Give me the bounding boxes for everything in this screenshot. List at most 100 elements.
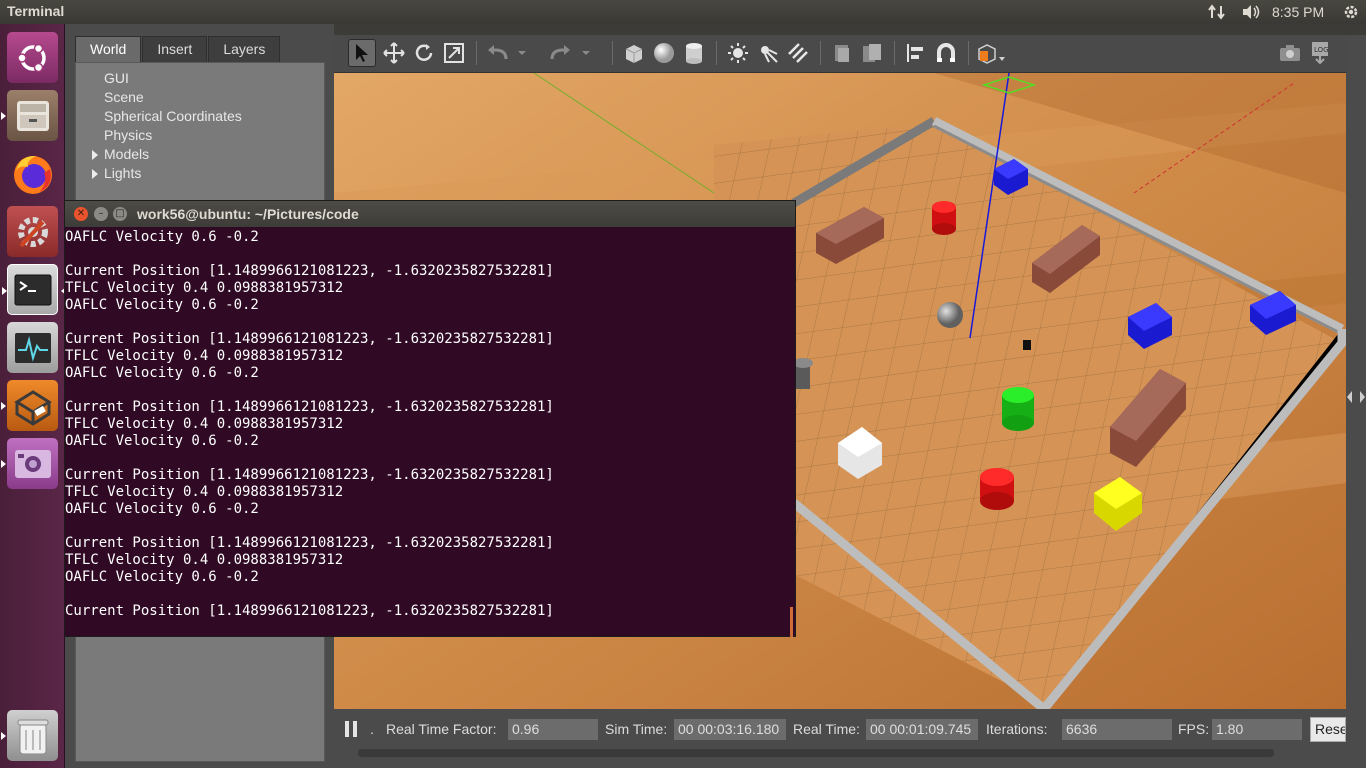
cylinder-shape-icon[interactable]	[680, 39, 708, 67]
firefox-icon[interactable]	[7, 148, 58, 199]
reset-button[interactable]: Reset	[1310, 717, 1346, 742]
real-time-factor-label: Real Time Factor:	[386, 721, 497, 737]
gazebo-toolbar: LOG	[334, 35, 1346, 73]
copy-icon[interactable]	[828, 39, 856, 67]
tree-item-gui[interactable]: GUI	[104, 70, 129, 86]
tree-item-models[interactable]: Models	[92, 146, 149, 162]
toolbar-separator	[894, 41, 895, 65]
terminal-line: TFLC Velocity 0.4 0.0988381957312	[65, 348, 344, 364]
maximize-icon[interactable]: □	[113, 207, 127, 221]
terminal-line: OAFLC Velocity 0.6 -0.2	[65, 501, 259, 517]
screenshot-camera-icon[interactable]	[1276, 39, 1304, 67]
terminal-icon[interactable]	[2, 264, 66, 315]
magnet-snap-icon[interactable]	[932, 39, 960, 67]
real-time-value: 00 00:01:09.745	[866, 719, 978, 740]
ubuntu-logo-icon[interactable]	[7, 32, 58, 83]
tab-world[interactable]: World	[75, 36, 142, 62]
log-record-icon[interactable]: LOG	[1306, 39, 1334, 67]
sim-time-label: Sim Time:	[605, 721, 668, 737]
terminal-line: TFLC Velocity 0.4 0.0988381957312	[65, 416, 344, 432]
fps-value: 1.80	[1212, 719, 1302, 740]
rotate-icon[interactable]	[410, 39, 438, 67]
network-icon[interactable]	[1206, 2, 1228, 22]
file-cabinet-icon[interactable]	[1, 90, 58, 141]
sim-time-value: 00 00:03:16.180	[674, 719, 786, 740]
terminal-line: OAFLC Velocity 0.6 -0.2	[65, 569, 259, 585]
tab-insert[interactable]: Insert	[142, 36, 208, 62]
settings-wrench-icon[interactable]	[7, 206, 58, 257]
clock[interactable]: 8:35 PM	[1272, 2, 1324, 22]
terminal-line: Current Position [1.1489966121081223, -1…	[65, 467, 554, 483]
toolbar-separator	[716, 41, 717, 65]
box-shape-icon[interactable]	[620, 39, 648, 67]
settings-gear-icon[interactable]	[1340, 2, 1362, 22]
tree-item-spherical-coordinates[interactable]: Spherical Coordinates	[104, 108, 242, 124]
tab-layers[interactable]: Layers	[208, 36, 281, 62]
point-light-icon[interactable]	[724, 39, 752, 67]
tree-item-lights[interactable]: Lights	[92, 165, 142, 181]
terminal-line: Current Position [1.1489966121081223, -1…	[65, 603, 554, 619]
volume-icon[interactable]	[1240, 2, 1262, 22]
undo-dropdown-icon[interactable]	[514, 39, 530, 67]
terminal-line: OAFLC Velocity 0.6 -0.2	[65, 433, 259, 449]
panel-tabs: World Insert Layers	[75, 36, 281, 62]
translate-move-icon[interactable]	[380, 39, 408, 67]
scale-icon[interactable]	[440, 39, 468, 67]
terminal-titlebar[interactable]: ✕ – □ work56@ubuntu: ~/Pictures/code	[65, 201, 795, 227]
close-icon[interactable]: ✕	[74, 207, 88, 221]
terminal-line: OAFLC Velocity 0.6 -0.2	[65, 297, 259, 313]
align-icon[interactable]	[902, 39, 930, 67]
terminal-line: Current Position [1.1489966121081223, -1…	[65, 263, 554, 279]
tree-item-scene[interactable]: Scene	[104, 89, 144, 105]
sphere-shape-icon[interactable]	[650, 39, 678, 67]
real-time-label: Real Time:	[793, 721, 860, 737]
tree-item-lights-label: Lights	[104, 165, 142, 181]
undo-icon[interactable]	[484, 39, 512, 67]
svg-text:LOG: LOG	[1314, 46, 1329, 54]
iterations-value: 6636	[1062, 719, 1172, 740]
gazebo-icon[interactable]	[1, 380, 58, 431]
toolbar-separator	[476, 41, 477, 65]
camera-app-icon[interactable]	[1, 438, 58, 489]
redo-icon[interactable]	[546, 39, 574, 67]
redo-dropdown-icon[interactable]	[578, 39, 594, 67]
trash-icon[interactable]	[1, 710, 58, 761]
terminal-line: OAFLC Velocity 0.6 -0.2	[65, 365, 259, 381]
terminal-line: Current Position [1.1489966121081223, -1…	[65, 535, 554, 551]
right-splitter[interactable]	[1346, 35, 1366, 768]
select-arrow-icon[interactable]	[348, 39, 376, 67]
terminal-line: TFLC Velocity 0.4 0.0988381957312	[65, 552, 344, 568]
iterations-label: Iterations:	[986, 721, 1048, 737]
step-button[interactable]: .	[370, 721, 374, 737]
paste-icon[interactable]	[858, 39, 886, 67]
terminal-window[interactable]: ✕ – □ work56@ubuntu: ~/Pictures/code OAF…	[64, 200, 796, 637]
expand-arrow-icon[interactable]	[92, 169, 98, 179]
terminal-line: OAFLC Velocity 0.6 -0.2	[65, 229, 259, 245]
pause-icon[interactable]	[344, 720, 358, 738]
splitter-handle-icon[interactable]	[1346, 387, 1366, 407]
minimize-icon[interactable]: –	[94, 207, 108, 221]
active-window-title: Terminal	[7, 3, 65, 19]
terminal-cursor	[790, 607, 793, 637]
view-angle-icon[interactable]	[974, 39, 1008, 67]
terminal-line: TFLC Velocity 0.4 0.0988381957312	[65, 280, 344, 296]
terminal-line: TFLC Velocity 0.4 0.0988381957312	[65, 484, 344, 500]
terminal-line: Current Position [1.1489966121081223, -1…	[65, 399, 554, 415]
top-panel: Terminal 8:35 PM	[0, 0, 1366, 24]
spot-light-icon[interactable]	[754, 39, 782, 67]
system-monitor-icon[interactable]	[7, 322, 58, 373]
expand-arrow-icon[interactable]	[92, 150, 98, 160]
terminal-output[interactable]: OAFLC Velocity 0.6 -0.2 Current Position…	[65, 229, 795, 635]
unity-launcher	[0, 24, 66, 768]
toolbar-separator	[612, 41, 613, 65]
fps-label: FPS:	[1178, 721, 1210, 737]
tree-item-physics[interactable]: Physics	[104, 127, 152, 143]
horizontal-scrollbar[interactable]	[358, 749, 1274, 757]
gazebo-status-bar: . Real Time Factor: 0.96 Sim Time: 00 00…	[334, 709, 1346, 768]
directional-light-icon[interactable]	[784, 39, 812, 67]
